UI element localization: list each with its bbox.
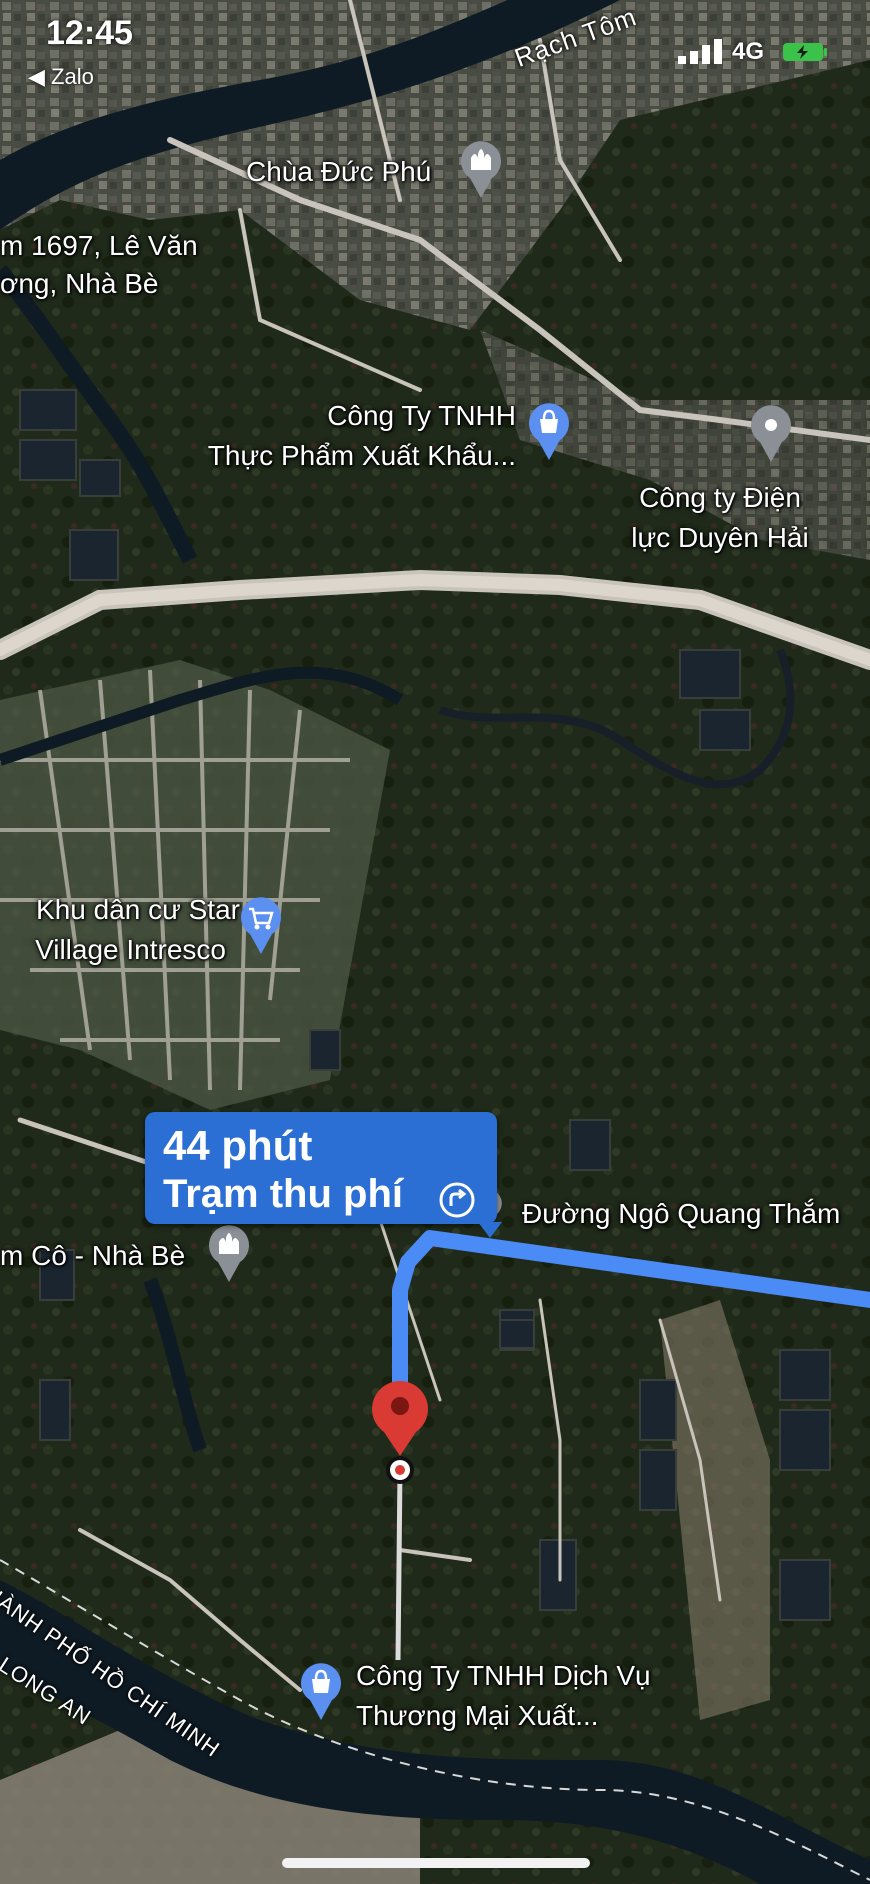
route-via: Trạm thu phí (163, 1172, 403, 1216)
status-time: 12:45 (46, 14, 133, 52)
destination-pin-icon[interactable] (368, 1378, 432, 1488)
route-duration: 44 phút (163, 1122, 313, 1169)
shopping-bag-icon[interactable] (298, 1660, 344, 1722)
status-bar: 12:45 ◀ Zalo 4G (0, 0, 870, 90)
callout-pointer (478, 1222, 502, 1238)
label-cong-ty-tp-line1[interactable]: Công Ty TNHH (300, 398, 516, 434)
route-alternative-icon (439, 1182, 475, 1218)
back-app-name: Zalo (51, 64, 94, 89)
label-dich-vu-line1[interactable]: Công Ty TNHH Dịch Vụ (356, 1658, 651, 1694)
shopping-cart-icon[interactable] (238, 894, 284, 956)
network-type: 4G (732, 38, 765, 65)
route-line-south (395, 1469, 403, 1661)
cellular-signal-icon (678, 39, 722, 64)
label-star-village-line1[interactable]: Khu dân cư Star (0, 892, 240, 928)
label-dich-vu-line2[interactable]: Thương Mại Xuất... (356, 1698, 599, 1734)
label-chua-duc-phu[interactable]: Chùa Đức Phú (246, 154, 431, 190)
temple-icon[interactable] (458, 138, 504, 200)
label-address-line2[interactable]: ơng, Nhà Bè (0, 266, 158, 302)
back-to-app-link[interactable]: ◀ Zalo (28, 64, 94, 90)
label-m-co-nha-be[interactable]: m Cô - Nhà Bè (0, 1238, 185, 1274)
label-star-village-line2[interactable]: Village Intresco (0, 932, 226, 968)
route-callout[interactable]: 44 phút Trạm thu phí (145, 1112, 497, 1224)
label-dien-luc-line1[interactable]: Công ty Điện (600, 480, 840, 516)
label-dien-luc-line2[interactable]: lực Duyên Hải (600, 520, 840, 556)
back-arrow-icon: ◀ (28, 64, 52, 89)
shopping-bag-icon[interactable] (526, 400, 572, 462)
temple-icon[interactable] (206, 1222, 252, 1284)
label-cong-ty-tp-line2[interactable]: Thực Phẩm Xuất Khẩu... (180, 438, 516, 474)
location-pin-icon[interactable] (748, 402, 794, 464)
label-duong-ngo-quang-tham[interactable]: Đường Ngô Quang Thắm (522, 1196, 840, 1232)
home-indicator[interactable] (282, 1858, 590, 1868)
label-address-line1[interactable]: m 1697, Lê Văn (0, 228, 198, 264)
battery-icon (783, 43, 827, 61)
